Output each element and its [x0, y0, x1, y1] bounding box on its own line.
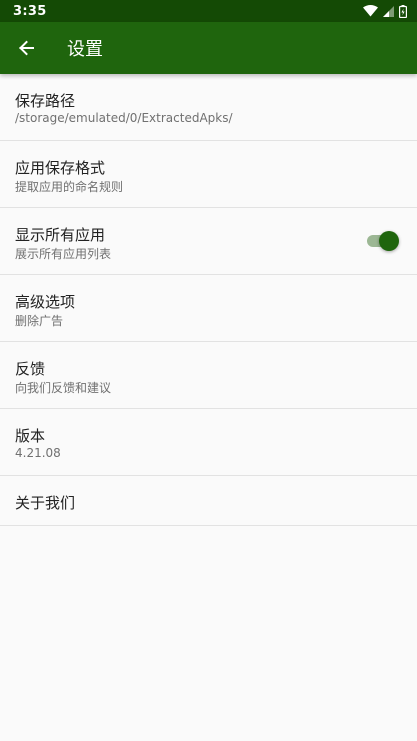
setting-subtitle: 提取应用的命名规则 — [15, 180, 124, 194]
arrow-back-icon — [19, 40, 34, 56]
app-bar: 设置 — [0, 22, 417, 74]
status-time: 3:35 — [13, 3, 47, 19]
status-bar: 3:35 — [0, 0, 417, 22]
wifi-icon — [363, 5, 378, 17]
show-all-apps-toggle[interactable] — [367, 231, 399, 251]
setting-save-format[interactable]: 应用保存格式 提取应用的命名规则 — [0, 141, 417, 208]
setting-title: 应用保存格式 — [15, 159, 106, 177]
setting-title: 关于我们 — [15, 494, 76, 512]
setting-version[interactable]: 版本 4.21.08 — [0, 409, 417, 476]
setting-subtitle: 4.21.08 — [15, 446, 61, 460]
back-button[interactable] — [0, 22, 52, 74]
setting-feedback[interactable]: 反馈 向我们反馈和建议 — [0, 342, 417, 409]
setting-title: 保存路径 — [15, 92, 76, 110]
page-title: 设置 — [67, 39, 103, 60]
setting-save-path[interactable]: 保存路径 /storage/emulated/0/ExtractedApks/ — [0, 74, 417, 141]
cellular-signal-icon — [383, 5, 394, 17]
setting-show-all-apps[interactable]: 显示所有应用 展示所有应用列表 — [0, 208, 417, 275]
status-icons — [363, 4, 407, 18]
setting-title: 反馈 — [15, 360, 46, 378]
setting-subtitle: /storage/emulated/0/ExtractedApks/ — [15, 111, 233, 125]
toggle-thumb — [379, 231, 399, 251]
setting-subtitle: 向我们反馈和建议 — [15, 381, 112, 395]
setting-title: 版本 — [15, 427, 46, 445]
setting-title: 显示所有应用 — [15, 226, 106, 244]
setting-advanced[interactable]: 高级选项 删除广告 — [0, 275, 417, 342]
setting-subtitle: 展示所有应用列表 — [15, 247, 112, 261]
setting-about[interactable]: 关于我们 — [0, 476, 417, 526]
settings-list: 保存路径 /storage/emulated/0/ExtractedApks/ … — [0, 74, 417, 526]
battery-icon — [399, 4, 407, 18]
setting-title: 高级选项 — [15, 293, 76, 311]
setting-subtitle: 删除广告 — [15, 314, 64, 328]
